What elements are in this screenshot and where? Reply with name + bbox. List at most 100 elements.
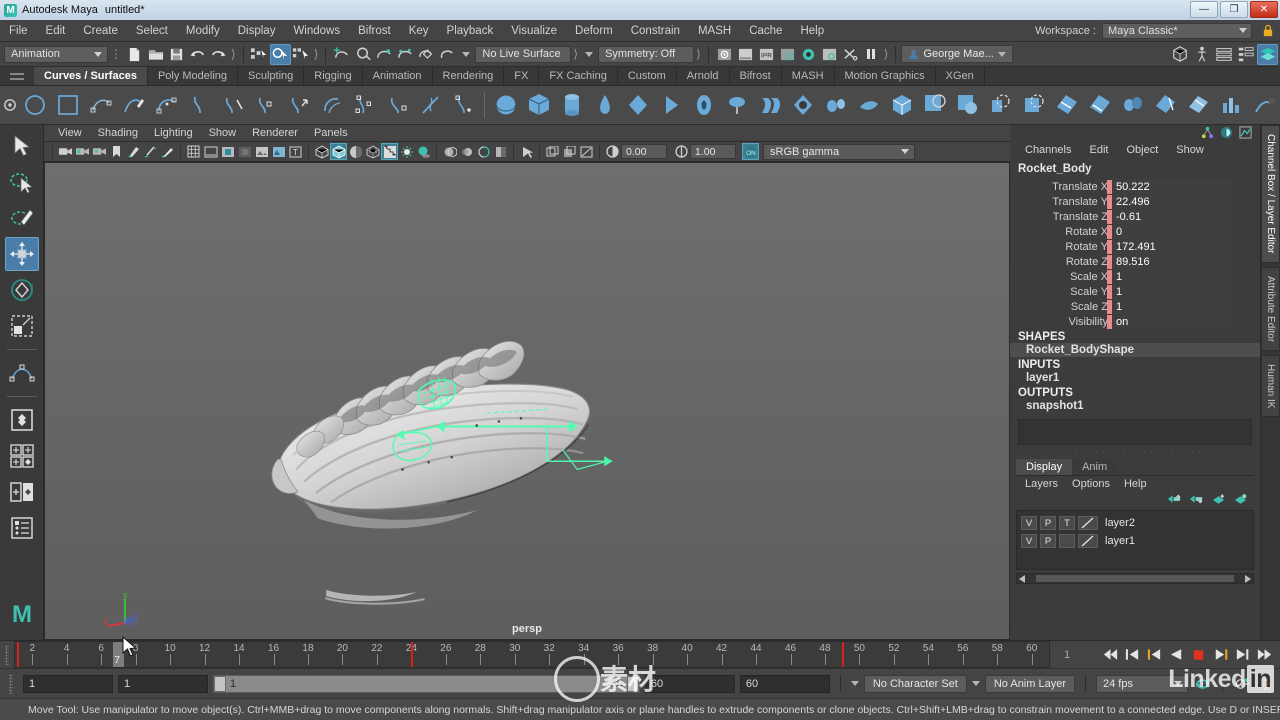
attribute-editor-icon[interactable] bbox=[1213, 44, 1234, 65]
live-surface-field[interactable]: No Live Surface bbox=[475, 45, 572, 63]
symmetry-field[interactable]: Symmetry: Off bbox=[598, 45, 695, 63]
show-manipulator-icon[interactable] bbox=[1201, 126, 1214, 142]
birail-icon[interactable] bbox=[852, 89, 885, 122]
attribute-value[interactable]: 1 bbox=[1107, 269, 1232, 284]
layer-type-toggle[interactable] bbox=[1059, 534, 1075, 548]
layer-color-swatch[interactable] bbox=[1078, 516, 1098, 530]
section-item-output[interactable]: snapshot1 bbox=[1010, 399, 1260, 413]
attribute-value[interactable]: 0 bbox=[1107, 224, 1232, 239]
chevron-down-icon[interactable] bbox=[971, 681, 980, 686]
text-icon[interactable]: T bbox=[287, 143, 304, 160]
select-tool[interactable] bbox=[5, 129, 39, 163]
curve-edit-tool-icon[interactable] bbox=[183, 89, 216, 122]
layer-menu-layers[interactable]: Layers bbox=[1018, 478, 1065, 490]
stop-icon[interactable] bbox=[1189, 645, 1208, 664]
layout-single-icon[interactable] bbox=[5, 403, 39, 437]
color-management-icon[interactable]: ON bbox=[742, 143, 759, 160]
scroll-right-icon[interactable] bbox=[1244, 574, 1251, 583]
character-set-dropdown[interactable]: No Character Set bbox=[863, 674, 967, 693]
duplicate-view-icon[interactable] bbox=[561, 143, 578, 160]
layout-quad-icon[interactable] bbox=[5, 439, 39, 473]
viewport-3d-canvas[interactable]: y x z persp bbox=[44, 162, 1010, 640]
viewport-menu-show[interactable]: Show bbox=[201, 125, 245, 142]
save-scene-icon[interactable] bbox=[166, 44, 187, 65]
viewport-menu-shading[interactable]: Shading bbox=[90, 125, 146, 142]
shelf-tab-fx[interactable]: FX bbox=[504, 67, 540, 85]
snap-projected-icon[interactable] bbox=[394, 44, 415, 65]
menu-mash[interactable]: MASH bbox=[689, 20, 740, 42]
wireframe-icon[interactable] bbox=[313, 143, 330, 160]
nurbs-circle-icon[interactable] bbox=[18, 89, 51, 122]
shelf-tab-rigging[interactable]: Rigging bbox=[304, 67, 363, 85]
shelf-tab-poly-modeling[interactable]: Poly Modeling bbox=[148, 67, 239, 85]
shelf-tab-fx-caching[interactable]: FX Caching bbox=[539, 67, 618, 85]
circular-fillet-icon[interactable] bbox=[1116, 89, 1149, 122]
shelf-tab-xgen[interactable]: XGen bbox=[936, 67, 985, 85]
attribute-value[interactable]: 1 bbox=[1107, 284, 1232, 299]
play-forwards-icon[interactable] bbox=[1211, 645, 1230, 664]
cycle-icon[interactable] bbox=[1193, 674, 1212, 693]
menu-display[interactable]: Display bbox=[229, 20, 285, 42]
shelf-tab-custom[interactable]: Custom bbox=[618, 67, 677, 85]
layer-editor-icon[interactable] bbox=[1257, 43, 1278, 65]
open-scene-icon[interactable] bbox=[145, 44, 166, 65]
section-item-shape[interactable]: Rocket_BodyShape bbox=[1010, 343, 1260, 357]
lasso-select-tool[interactable] bbox=[5, 165, 39, 199]
scroll-thumb[interactable] bbox=[1036, 575, 1234, 582]
channel-control-icon[interactable] bbox=[1220, 126, 1233, 142]
nurbs-cube-icon[interactable] bbox=[522, 89, 555, 122]
lights-icon[interactable] bbox=[398, 143, 415, 160]
revolve-icon[interactable] bbox=[720, 89, 753, 122]
tab-display[interactable]: Display bbox=[1016, 459, 1073, 475]
hypershade-icon[interactable] bbox=[798, 44, 819, 65]
viewport-menu-view[interactable]: View bbox=[50, 125, 90, 142]
minimize-button[interactable]: — bbox=[1190, 1, 1218, 18]
fps-dropdown[interactable]: 24 fps bbox=[1096, 674, 1188, 693]
tab-anim[interactable]: Anim bbox=[1072, 459, 1118, 475]
attribute-value[interactable]: on bbox=[1107, 314, 1232, 329]
human-ik-icon[interactable] bbox=[1191, 44, 1212, 65]
attribute-value[interactable]: 22.496 bbox=[1107, 194, 1232, 209]
camera-attributes-icon[interactable] bbox=[91, 143, 108, 160]
render-view-icon[interactable] bbox=[819, 44, 840, 65]
tab-attribute-editor[interactable]: Attribute Editor bbox=[1261, 266, 1280, 351]
film-gate-icon[interactable] bbox=[202, 143, 219, 160]
menu-bifrost[interactable]: Bifrost bbox=[349, 20, 400, 42]
anim-layer-dropdown[interactable]: No Anim Layer bbox=[984, 674, 1075, 693]
channel-menu-show[interactable]: Show bbox=[1167, 142, 1213, 159]
nurbs-cone-icon[interactable] bbox=[588, 89, 621, 122]
layer-name[interactable]: layer2 bbox=[1101, 517, 1135, 529]
lock-icon[interactable] bbox=[1262, 24, 1274, 37]
step-back-frame-icon[interactable] bbox=[1145, 645, 1164, 664]
modeling-toolkit-icon[interactable] bbox=[1169, 44, 1190, 65]
surface-fillet-icon[interactable] bbox=[1050, 89, 1083, 122]
shelf-tab-curves-surfaces[interactable]: Curves / Surfaces bbox=[34, 67, 148, 85]
channel-box-icon[interactable] bbox=[1235, 44, 1256, 65]
shaded-wire-icon[interactable] bbox=[347, 143, 364, 160]
magnet-icon[interactable] bbox=[415, 44, 436, 65]
attach-curves-icon[interactable] bbox=[216, 89, 249, 122]
user-account-dropdown[interactable]: George Mae... bbox=[901, 45, 1013, 63]
shelf-tab-bifrost[interactable]: Bifrost bbox=[730, 67, 782, 85]
rebuild-curve-icon[interactable] bbox=[348, 89, 381, 122]
select-hierarchy-icon[interactable] bbox=[249, 44, 270, 65]
step-forward-frame-icon[interactable] bbox=[1233, 645, 1252, 664]
texture-icon[interactable] bbox=[270, 143, 287, 160]
select-component-icon[interactable] bbox=[291, 44, 312, 65]
rotate-tool[interactable] bbox=[5, 273, 39, 307]
aa-icon[interactable] bbox=[475, 143, 492, 160]
smooth-shade-icon[interactable] bbox=[330, 143, 347, 160]
nurbs-sphere-icon[interactable] bbox=[489, 89, 522, 122]
channel-menu-edit[interactable]: Edit bbox=[1080, 142, 1117, 159]
range-end-field[interactable]: 1 bbox=[118, 674, 208, 693]
gamma-value[interactable]: 1.00 bbox=[690, 144, 736, 159]
anim-end-field[interactable]: 60 bbox=[739, 674, 830, 693]
shelf-tab-animation[interactable]: Animation bbox=[363, 67, 433, 85]
untrim-icon[interactable] bbox=[1017, 89, 1050, 122]
brush-icon[interactable] bbox=[159, 143, 176, 160]
go-to-start-icon[interactable] bbox=[1101, 645, 1120, 664]
range-start-field[interactable]: 1 bbox=[23, 674, 113, 693]
color-space-dropdown[interactable]: sRGB gamma bbox=[763, 143, 915, 160]
menuset-dropdown[interactable]: Animation bbox=[4, 45, 108, 63]
shadows-icon[interactable] bbox=[415, 143, 432, 160]
